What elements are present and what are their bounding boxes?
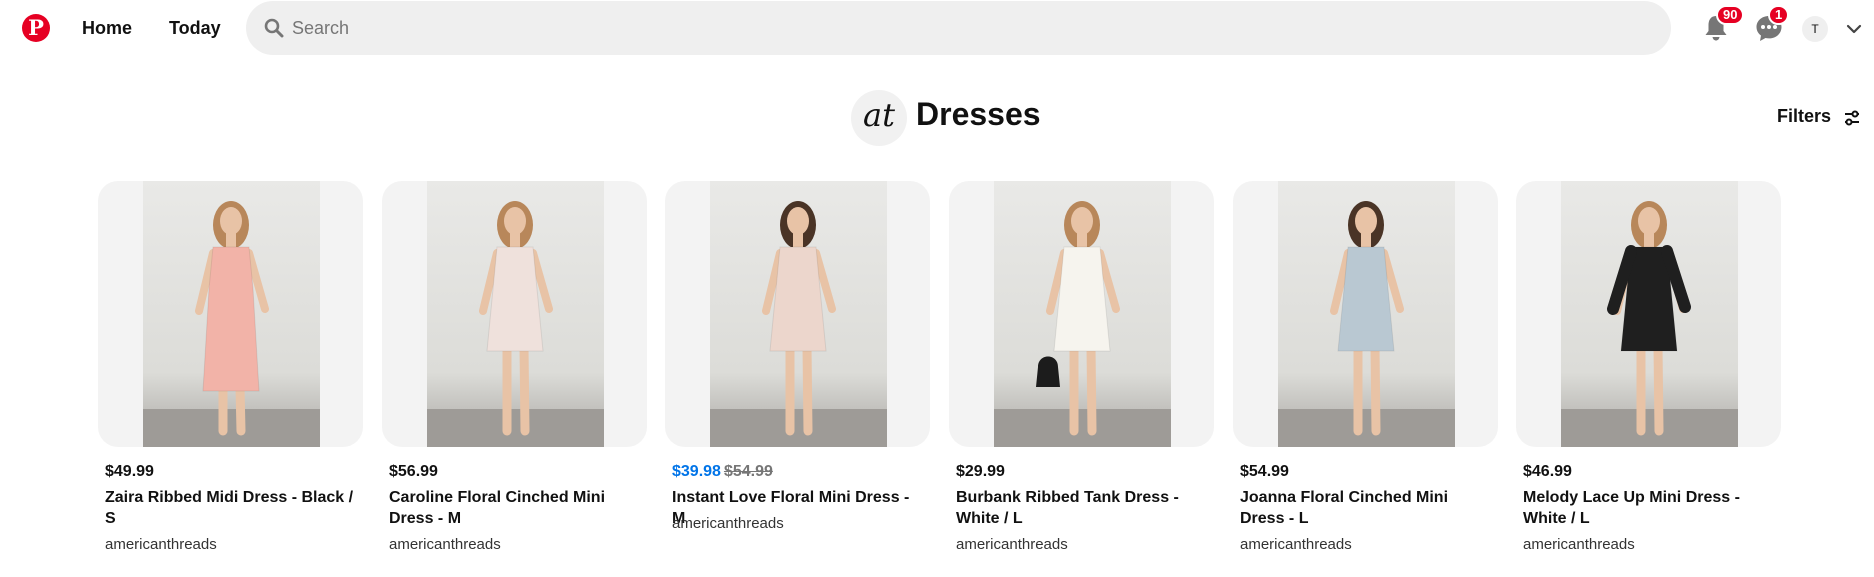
sale-price: $39.98 xyxy=(672,463,721,480)
product-price: $46.99 xyxy=(1523,463,1572,480)
product-card[interactable]: $49.99 Zaira Ribbed Midi Dress - Black /… xyxy=(98,181,363,561)
nav-home-link[interactable]: Home xyxy=(82,0,132,56)
product-price: $29.99 xyxy=(956,463,1005,480)
product-title[interactable]: Burbank Ribbed Tank Dress - White / L xyxy=(956,487,1211,529)
filters-button[interactable]: Filters xyxy=(1777,106,1859,132)
product-seller[interactable]: americanthreads xyxy=(105,536,217,553)
logo-letter: P xyxy=(28,15,44,40)
notifications-badge: 90 xyxy=(1716,5,1745,25)
product-card[interactable]: $54.99 Joanna Floral Cinched Mini Dress … xyxy=(1233,181,1498,561)
product-seller[interactable]: americanthreads xyxy=(389,536,501,553)
nav-today-link[interactable]: Today xyxy=(169,0,221,56)
product-title[interactable]: Joanna Floral Cinched Mini Dress - L xyxy=(1240,487,1495,529)
pinterest-logo-icon[interactable]: P xyxy=(22,14,50,42)
product-image[interactable] xyxy=(949,181,1214,447)
original-price: $54.99 xyxy=(723,463,773,480)
messages-button[interactable]: 1 xyxy=(1753,5,1790,44)
sliders-icon xyxy=(1845,110,1859,126)
product-price: $56.99 xyxy=(389,463,438,480)
product-seller[interactable]: americanthreads xyxy=(1240,536,1352,553)
top-bar: P Home Today 90 1 T xyxy=(0,0,1874,56)
page-title: Dresses xyxy=(916,96,1041,132)
product-image[interactable] xyxy=(1233,181,1498,447)
account-avatar[interactable]: T xyxy=(1802,16,1828,42)
product-card[interactable]: $46.99 Melody Lace Up Mini Dress - White… xyxy=(1516,181,1781,561)
product-title[interactable]: Melody Lace Up Mini Dress - White / L xyxy=(1523,487,1778,529)
board-avatar[interactable]: at xyxy=(851,90,907,146)
product-image[interactable] xyxy=(382,181,647,447)
product-card[interactable]: $29.99 Burbank Ribbed Tank Dress - White… xyxy=(949,181,1214,561)
product-card[interactable]: $56.99 Caroline Floral Cinched Mini Dres… xyxy=(382,181,647,561)
product-title[interactable]: Caroline Floral Cinched Mini Dress - M xyxy=(389,487,644,529)
product-price: $54.99 xyxy=(1240,463,1289,480)
product-price: $49.99 xyxy=(105,463,154,480)
product-image[interactable] xyxy=(665,181,930,447)
filters-label: Filters xyxy=(1777,106,1832,126)
product-seller[interactable]: americanthreads xyxy=(1523,536,1635,553)
search-bar[interactable] xyxy=(246,1,1671,55)
chevron-down-icon[interactable] xyxy=(1846,21,1862,37)
product-image[interactable] xyxy=(1516,181,1781,447)
product-seller[interactable]: americanthreads xyxy=(956,536,1068,553)
product-price: $39.98 $54.99 xyxy=(672,463,773,481)
board-avatar-text: at xyxy=(863,96,895,134)
product-card[interactable]: $39.98 $54.99 Instant Love Floral Mini Dr… xyxy=(665,181,930,561)
search-icon xyxy=(264,18,284,38)
messages-badge: 1 xyxy=(1768,5,1790,25)
search-input[interactable] xyxy=(292,1,1652,55)
product-title[interactable]: Zaira Ribbed Midi Dress - Black / S xyxy=(105,487,360,529)
product-seller[interactable]: americanthreads xyxy=(672,515,784,532)
product-image[interactable] xyxy=(98,181,363,447)
notifications-button[interactable]: 90 xyxy=(1700,5,1745,44)
